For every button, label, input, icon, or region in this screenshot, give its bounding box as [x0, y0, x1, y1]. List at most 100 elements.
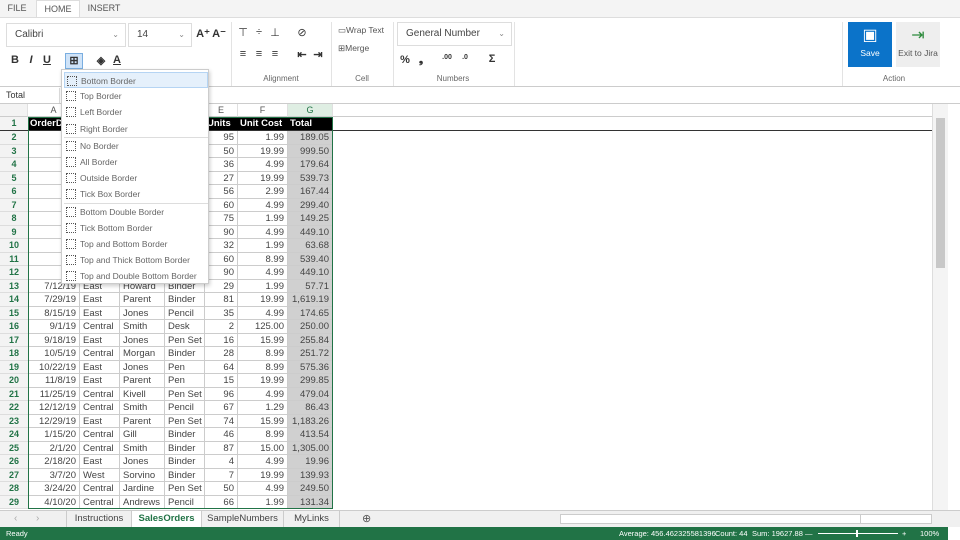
- menu-item-right-border[interactable]: Right Border: [64, 121, 208, 137]
- row-header[interactable]: 15: [0, 306, 28, 320]
- font-color-icon[interactable]: A: [110, 54, 124, 66]
- row-header[interactable]: 18: [0, 347, 28, 361]
- font-size-select[interactable]: 14 ⌄: [128, 23, 192, 47]
- increase-font-icon[interactable]: A⁺: [196, 27, 210, 40]
- row-header[interactable]: 20: [0, 374, 28, 388]
- menu-item-tick-bottom-border[interactable]: Tick Bottom Border: [64, 220, 208, 236]
- row-header[interactable]: 4: [0, 158, 28, 172]
- align-right-icon[interactable]: ≡: [268, 48, 282, 60]
- sheet-tab-salesorders[interactable]: SalesOrders: [132, 511, 202, 528]
- wrap-text-button[interactable]: ▭Wrap Text: [338, 25, 384, 36]
- row-header[interactable]: 29: [0, 495, 28, 509]
- scrollbar-thumb[interactable]: [936, 118, 945, 268]
- italic-icon[interactable]: I: [24, 54, 38, 66]
- row-header[interactable]: 1: [0, 117, 28, 131]
- autosum-icon[interactable]: Σ: [485, 53, 499, 65]
- row-header[interactable]: 19: [0, 360, 28, 374]
- horizontal-scrollbar[interactable]: [560, 514, 932, 524]
- name-box[interactable]: Total: [0, 88, 60, 103]
- bold-icon[interactable]: B: [8, 54, 22, 66]
- select-all-corner[interactable]: [0, 104, 28, 117]
- decrease-decimal-icon[interactable]: .0: [458, 54, 472, 61]
- zoom-in-icon[interactable]: +: [902, 527, 906, 540]
- row-header[interactable]: 9: [0, 225, 28, 239]
- row-header[interactable]: 7: [0, 198, 28, 212]
- menu-item-top-and-double-bottom-border[interactable]: Top and Double Bottom Border: [64, 268, 208, 284]
- sheet-tab-mylinks[interactable]: MyLinks: [284, 511, 340, 528]
- underline-icon[interactable]: U: [40, 54, 54, 66]
- menu-item-bottom-double-border[interactable]: Bottom Double Border: [64, 204, 208, 220]
- prev-sheet-icon[interactable]: ‹: [14, 513, 17, 524]
- zoom-slider-handle[interactable]: [856, 530, 858, 537]
- percent-icon[interactable]: %: [398, 54, 412, 66]
- row-header[interactable]: 22: [0, 401, 28, 415]
- column-header[interactable]: F: [238, 104, 288, 117]
- row-header[interactable]: 16: [0, 320, 28, 334]
- align-bottom-icon[interactable]: ⊥: [268, 26, 282, 39]
- row-header[interactable]: 2: [0, 131, 28, 145]
- increase-indent-icon[interactable]: ⇥: [311, 48, 325, 61]
- number-format-select[interactable]: General Number ⌄: [397, 22, 512, 46]
- next-sheet-icon[interactable]: ›: [36, 513, 39, 524]
- save-button[interactable]: ▣ Save: [848, 22, 892, 67]
- row-header[interactable]: 28: [0, 482, 28, 496]
- row-header[interactable]: 10: [0, 239, 28, 253]
- row-header[interactable]: 27: [0, 468, 28, 482]
- menu-item-outside-border[interactable]: Outside Border: [64, 170, 208, 186]
- row-header[interactable]: 25: [0, 441, 28, 455]
- exit-to-jira-button[interactable]: ⇥ Exit to Jira: [896, 22, 940, 67]
- decrease-indent-icon[interactable]: ⇤: [295, 48, 309, 61]
- chevron-down-icon: ⌄: [178, 30, 185, 39]
- row-header[interactable]: 12: [0, 266, 28, 280]
- tab-file[interactable]: FILE: [0, 0, 34, 17]
- orientation-icon[interactable]: ⊘: [295, 26, 309, 39]
- column-header[interactable]: E: [205, 104, 238, 117]
- comma-style-icon[interactable]: ❟: [414, 54, 428, 67]
- fill-color-icon[interactable]: ◈: [94, 54, 108, 67]
- border-icon: [66, 206, 76, 217]
- menu-item-all-border[interactable]: All Border: [64, 154, 208, 170]
- row-header[interactable]: 23: [0, 414, 28, 428]
- row-header[interactable]: 13: [0, 279, 28, 293]
- decrease-font-icon[interactable]: A⁻: [212, 27, 226, 40]
- menu-item-top-and-bottom-border[interactable]: Top and Bottom Border: [64, 236, 208, 252]
- row-header[interactable]: 17: [0, 333, 28, 347]
- row-header[interactable]: 8: [0, 212, 28, 226]
- scrollbar-thumb[interactable]: [571, 515, 861, 523]
- align-center-icon[interactable]: ≡: [252, 48, 266, 60]
- menu-item-no-border[interactable]: No Border: [64, 138, 208, 154]
- font-family-select[interactable]: Calibri ⌄: [6, 23, 126, 47]
- column-header-area: [333, 104, 932, 117]
- tab-insert[interactable]: INSERT: [82, 0, 126, 17]
- zoom-out-icon[interactable]: —: [805, 527, 813, 540]
- row-header[interactable]: 5: [0, 171, 28, 185]
- chevron-down-icon: ⌄: [112, 30, 119, 39]
- border-icon: [66, 91, 76, 102]
- align-left-icon[interactable]: ≡: [236, 48, 250, 60]
- align-middle-icon[interactable]: ÷: [252, 26, 266, 38]
- increase-decimal-icon[interactable]: .00: [440, 54, 454, 61]
- row-header[interactable]: 21: [0, 387, 28, 401]
- row-header[interactable]: 24: [0, 428, 28, 442]
- row-header[interactable]: 11: [0, 252, 28, 266]
- row-header[interactable]: 14: [0, 293, 28, 307]
- borders-icon[interactable]: ⊞: [65, 53, 83, 69]
- zoom-slider[interactable]: [818, 530, 898, 537]
- menu-item-top-border[interactable]: Top Border: [64, 88, 208, 104]
- row-header[interactable]: 6: [0, 185, 28, 199]
- sheet-tab-samplenumbers[interactable]: SampleNumbers: [202, 511, 284, 528]
- row-header[interactable]: 26: [0, 455, 28, 469]
- sheet-tab-instructions[interactable]: Instructions: [66, 511, 132, 528]
- vertical-scrollbar[interactable]: [932, 104, 948, 510]
- tab-home[interactable]: HOME: [36, 0, 80, 17]
- menu-item-top-and-thick-bottom-border[interactable]: Top and Thick Bottom Border: [64, 252, 208, 268]
- column-header[interactable]: G: [288, 104, 333, 117]
- menu-item-left-border[interactable]: Left Border: [64, 104, 208, 120]
- align-top-icon[interactable]: ⊤: [236, 26, 250, 39]
- merge-button[interactable]: ⊞Merge: [338, 43, 369, 54]
- row-header[interactable]: 3: [0, 144, 28, 158]
- menu-item-tick-box-border[interactable]: Tick Box Border: [64, 186, 208, 202]
- menu-item-label: Left Border: [80, 107, 123, 118]
- add-sheet-icon[interactable]: ⊕: [362, 512, 371, 525]
- menu-item-bottom-border[interactable]: Bottom Border: [64, 72, 208, 88]
